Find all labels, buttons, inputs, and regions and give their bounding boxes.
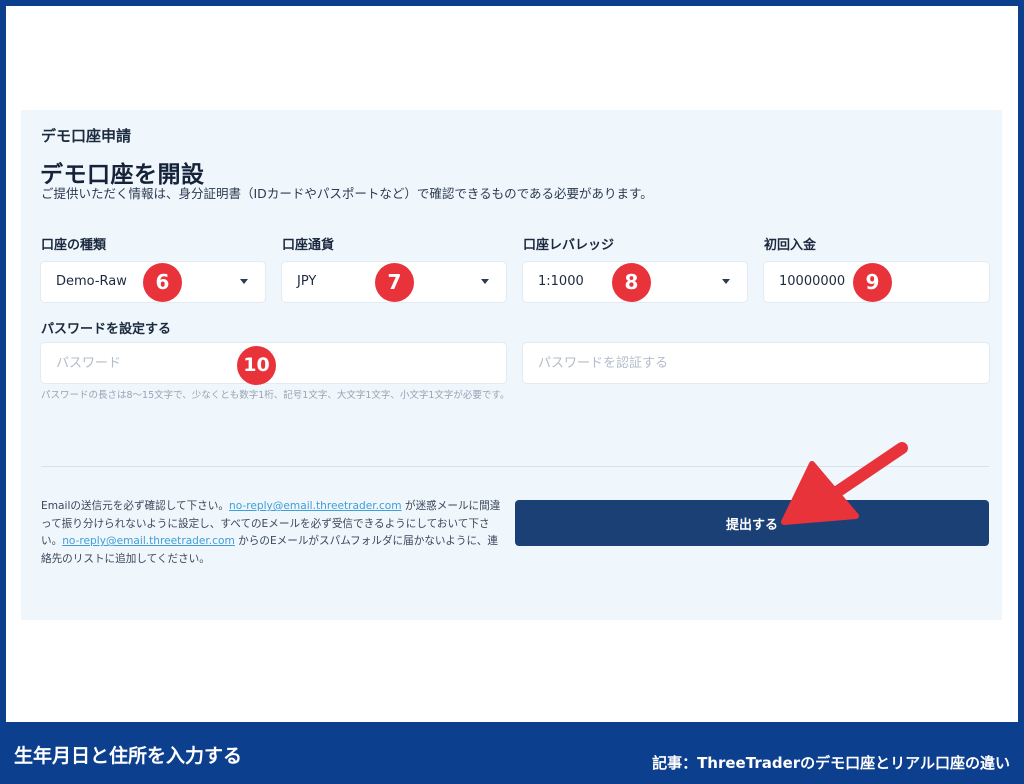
deposit-value: 10000000 xyxy=(779,274,846,289)
leverage-value: 1:1000 xyxy=(538,274,584,289)
account-type-value: Demo-Raw xyxy=(56,274,127,289)
email-link[interactable]: no-reply@email.threetrader.com xyxy=(229,500,402,512)
password-confirm-input[interactable] xyxy=(523,343,989,383)
caret-down-icon xyxy=(722,279,730,284)
deposit-label: 初回入金 xyxy=(764,238,817,253)
caret-down-icon xyxy=(240,279,248,284)
annotation-badge-9: 9 xyxy=(853,263,892,302)
currency-label: 口座通貨 xyxy=(282,238,335,253)
email-link[interactable]: no-reply@email.threetrader.com xyxy=(62,535,235,547)
footer-article-link[interactable]: 記事：ThreeTraderのデモ口座とリアル口座の違い xyxy=(652,752,1010,773)
password-hint: パスワードの長さは8～15文字で、少なくとも数字1桁、記号1文字、大文字1文字、… xyxy=(41,390,510,401)
annotation-badge-8: 8 xyxy=(612,263,651,302)
breadcrumb: デモ口座申請 xyxy=(41,127,132,145)
currency-value: JPY xyxy=(297,274,317,289)
annotation-badge-7: 7 xyxy=(375,263,414,302)
annotation-badge-10: 10 xyxy=(237,346,276,385)
annotation-badge-6: 6 xyxy=(143,263,182,302)
red-arrow-icon xyxy=(781,442,908,525)
page-description: ご提供いただく情報は、身分証明書（IDカードやパスポートなど）で確認できるもので… xyxy=(41,186,653,201)
leverage-label: 口座レバレッジ xyxy=(523,238,615,253)
password-label: パスワードを設定する xyxy=(41,322,172,337)
email-notice: Emailの送信元を必ず確認して下さい。no-reply@email.three… xyxy=(41,498,501,568)
notice-text: Emailの送信元を必ず確認して下さい。 xyxy=(41,500,229,512)
caret-down-icon xyxy=(481,279,489,284)
account-type-label: 口座の種類 xyxy=(41,238,107,253)
footer-caption: 生年月日と住所を入力する xyxy=(14,745,243,767)
